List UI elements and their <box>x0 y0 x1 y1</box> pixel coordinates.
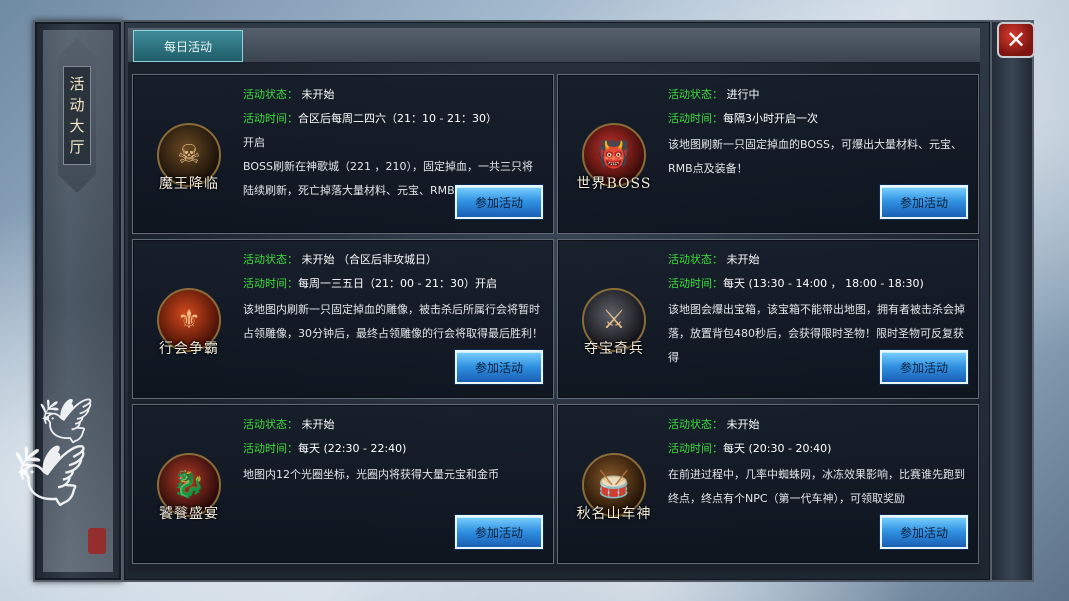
close-button[interactable]: ✕ <box>997 22 1035 58</box>
activity-description: 地图内12个光圈坐标，光圈内将获得大量元宝和金币 <box>243 468 499 481</box>
time-label: 活动时间： <box>668 277 723 290</box>
activity-name: 魔王降临 <box>159 176 219 192</box>
activity-name: 夺宝奇兵 <box>584 341 644 357</box>
hall-char: 厅 <box>69 137 85 156</box>
tab-daily-activities[interactable]: 每日活动 <box>133 30 243 62</box>
hall-char: 动 <box>69 95 85 114</box>
time-value: 每天 (22:30 - 22:40) <box>298 442 407 455</box>
status-label: 活动状态： <box>668 253 723 266</box>
status-note: （合区后非攻城日） <box>338 253 437 266</box>
time-value: 每天 (13:30 - 14:00 ， 18:00 - 18:30) <box>723 277 924 290</box>
close-icon: ✕ <box>1005 26 1027 54</box>
hall-char: 活 <box>69 74 85 93</box>
join-activity-button[interactable]: 参加活动 <box>455 185 543 219</box>
time-label: 活动时间： <box>668 112 723 125</box>
status-label: 活动状态： <box>668 418 723 431</box>
right-side-frame <box>990 20 1034 582</box>
status-value: 未开始 <box>301 253 335 266</box>
activity-description: 该地图刷新一只固定掉血的BOSS，可爆出大量材料、元宝、RMB点及装备！ <box>668 138 962 175</box>
time-label: 活动时间： <box>668 442 723 455</box>
status-value: 未开始 <box>726 418 760 431</box>
activity-name: 秋名山车神 <box>576 506 652 522</box>
status-value: 进行中 <box>726 88 760 101</box>
join-activity-button[interactable]: 参加活动 <box>880 185 968 219</box>
time-label: 活动时间： <box>243 442 298 455</box>
join-activity-button[interactable]: 参加活动 <box>880 515 968 549</box>
status-value: 未开始 <box>301 418 335 431</box>
join-activity-button[interactable]: 参加活动 <box>455 350 543 384</box>
activity-description: 在前进过程中，几率中蜘蛛网，冰冻效果影响，比赛谁先跑到终点，终点有个NPC（第一… <box>668 468 965 505</box>
activity-card: 🐉 饕餮盛宴 活动状态： 未开始 活动时间：每天 (22:30 - 22:40)… <box>132 404 554 564</box>
activity-hall-tab[interactable]: 活 动 大 厅 <box>58 38 96 193</box>
time-label: 活动时间： <box>243 112 298 125</box>
activity-name: 饕餮盛宴 <box>159 506 219 522</box>
activity-card: 👹 世界BOSS 活动状态： 进行中 活动时间：每隔3小时开启一次 该地图刷新一… <box>557 74 979 234</box>
activity-card: ⚔ 夺宝奇兵 活动状态： 未开始 活动时间：每天 (13:30 - 14:00 … <box>557 239 979 399</box>
activity-name: 行会争霸 <box>159 341 219 357</box>
join-activity-button[interactable]: 参加活动 <box>880 350 968 384</box>
hall-char: 大 <box>69 116 85 135</box>
status-label: 活动状态： <box>243 253 298 266</box>
activity-card: 🥁 秋名山车神 活动状态： 未开始 活动时间：每天 (20:30 - 20:40… <box>557 404 979 564</box>
join-activity-button[interactable]: 参加活动 <box>455 515 543 549</box>
status-value: 未开始 <box>726 253 760 266</box>
activity-name: 世界BOSS <box>576 176 652 192</box>
activity-card: ⚜ 行会争霸 活动状态： 未开始 （合区后非攻城日） 活动时间：每周一三五日（2… <box>132 239 554 399</box>
time-value: 合区后每周二四六（21：10 - 21：30） <box>298 112 497 125</box>
status-value: 未开始 <box>301 88 335 101</box>
red-seal-icon <box>88 528 106 554</box>
activity-card: ☠ 魔王降临 活动状态： 未开始 活动时间：合区后每周二四六（21：10 - 2… <box>132 74 554 234</box>
activity-description: 该地图内刷新一只固定掉血的雕像，被击杀后所属行会将暂时占领雕像，30分钟后，最终… <box>243 303 543 340</box>
time-value: 每隔3小时开启一次 <box>723 112 818 125</box>
status-label: 活动状态： <box>243 88 298 101</box>
tab-strip <box>128 28 980 63</box>
time-value: 每周一三五日（21：00 - 21：30）开启 <box>298 277 497 290</box>
time-value: 每天 (20:30 - 20:40) <box>723 442 832 455</box>
crane-decoration-icon: 🕊 <box>12 441 89 511</box>
status-label: 活动状态： <box>243 418 298 431</box>
time-label: 活动时间： <box>243 277 298 290</box>
status-label: 活动状态： <box>668 88 723 101</box>
